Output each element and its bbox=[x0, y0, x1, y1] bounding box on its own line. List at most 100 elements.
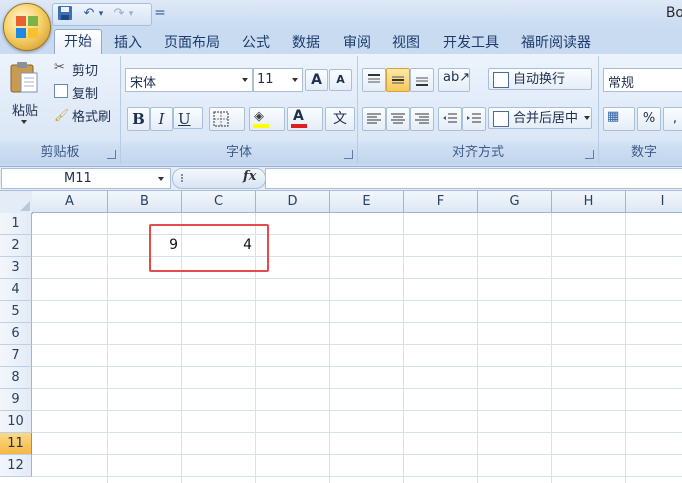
column-header-c[interactable]: C bbox=[182, 191, 256, 213]
column-header-h[interactable]: H bbox=[552, 191, 626, 213]
gridline bbox=[32, 278, 682, 279]
copy-button[interactable]: 复制 bbox=[72, 83, 98, 102]
annotation-highlight-box bbox=[149, 224, 269, 272]
font-size-select[interactable]: 11 bbox=[253, 68, 303, 92]
phonetic-guide-button[interactable]: 文 bbox=[325, 107, 355, 131]
decrease-indent-button[interactable] bbox=[438, 107, 462, 131]
undo-button[interactable]: ↶ bbox=[81, 5, 97, 23]
merge-center-dropdown-icon[interactable] bbox=[584, 116, 590, 120]
number-group-label: 数字 bbox=[599, 142, 682, 164]
column-header-d[interactable]: D bbox=[256, 191, 330, 213]
align-center-button[interactable] bbox=[386, 107, 410, 131]
row-header-5[interactable]: 5 bbox=[0, 301, 32, 323]
percent-style-button[interactable]: % bbox=[637, 107, 661, 131]
tab-data[interactable]: 数据 bbox=[292, 33, 320, 53]
align-top-button[interactable] bbox=[362, 68, 386, 92]
align-bottom-button[interactable] bbox=[410, 68, 434, 92]
insert-function-button[interactable]: fx bbox=[243, 169, 256, 184]
orientation-button[interactable]: ab↗ bbox=[438, 68, 470, 92]
tab-review[interactable]: 审阅 bbox=[343, 33, 371, 53]
align-bottom-icon bbox=[416, 77, 428, 86]
row-header-11[interactable]: 11 bbox=[0, 433, 32, 455]
grow-font-button[interactable]: A bbox=[305, 69, 328, 91]
gridline bbox=[32, 476, 682, 477]
column-header-b[interactable]: B bbox=[108, 191, 182, 213]
bold-button[interactable]: B bbox=[127, 107, 150, 131]
tab-formulas[interactable]: 公式 bbox=[242, 33, 270, 53]
column-header-f[interactable]: F bbox=[404, 191, 478, 213]
quick-access-toolbar: ↶ ▾ ↷ ▾ bbox=[52, 3, 152, 26]
row-header-8[interactable]: 8 bbox=[0, 367, 32, 389]
paste-icon[interactable] bbox=[9, 60, 39, 94]
office-logo-icon bbox=[16, 16, 38, 38]
gridline bbox=[32, 366, 682, 367]
column-header-a[interactable]: A bbox=[32, 191, 108, 213]
select-all-button[interactable] bbox=[0, 191, 33, 214]
decrease-indent-icon bbox=[443, 113, 457, 123]
paste-dropdown-icon[interactable] bbox=[21, 120, 27, 124]
align-middle-button[interactable] bbox=[386, 68, 410, 92]
name-box-value: M11 bbox=[64, 171, 92, 186]
format-painter-button[interactable]: 格式刷 bbox=[72, 106, 111, 125]
redo-dropdown-icon[interactable]: ▾ bbox=[127, 5, 135, 23]
paste-button[interactable]: 粘贴 bbox=[12, 100, 38, 119]
gridline bbox=[32, 344, 682, 345]
paint-bucket-icon: ◈ bbox=[254, 109, 264, 124]
tab-developer[interactable]: 开发工具 bbox=[443, 33, 499, 53]
row-header-7[interactable]: 7 bbox=[0, 345, 32, 367]
alignment-launcher-icon[interactable] bbox=[585, 150, 594, 159]
borders-icon bbox=[213, 111, 229, 127]
row-header-10[interactable]: 10 bbox=[0, 411, 32, 433]
column-header-i[interactable]: I bbox=[626, 191, 682, 213]
formula-bar-grip-icon[interactable] bbox=[181, 174, 187, 182]
font-launcher-icon[interactable] bbox=[344, 150, 353, 159]
align-left-button[interactable] bbox=[362, 107, 386, 131]
tab-page-layout[interactable]: 页面布局 bbox=[164, 33, 220, 53]
tab-insert[interactable]: 插入 bbox=[114, 33, 142, 53]
spreadsheet-grid[interactable]: A B C D E F G H I 1 2 3 4 5 6 7 8 9 10 1… bbox=[0, 191, 682, 483]
font-group-label: 字体 bbox=[121, 142, 357, 164]
row-header-12[interactable]: 12 bbox=[0, 455, 32, 477]
row-header-1[interactable]: 1 bbox=[0, 213, 32, 235]
font-color-button[interactable]: A bbox=[287, 107, 323, 131]
row-header-2[interactable]: 2 bbox=[0, 235, 32, 257]
redo-button[interactable]: ↷ bbox=[111, 5, 127, 23]
office-button[interactable] bbox=[3, 3, 51, 51]
gridline bbox=[477, 213, 478, 483]
row-header-3[interactable]: 3 bbox=[0, 257, 32, 279]
row-header-9[interactable]: 9 bbox=[0, 389, 32, 411]
column-header-g[interactable]: G bbox=[478, 191, 552, 213]
gridline bbox=[551, 213, 552, 483]
column-header-e[interactable]: E bbox=[330, 191, 404, 213]
name-box-dropdown-icon[interactable] bbox=[158, 177, 164, 181]
underline-button[interactable]: U bbox=[173, 107, 203, 129]
name-box[interactable]: M11 bbox=[1, 168, 171, 189]
row-header-4[interactable]: 4 bbox=[0, 279, 32, 301]
increase-indent-button[interactable] bbox=[462, 107, 486, 131]
gridline bbox=[32, 388, 682, 389]
accounting-format-button[interactable]: ▦ bbox=[603, 107, 635, 131]
formula-input[interactable] bbox=[265, 168, 682, 189]
row-header-6[interactable]: 6 bbox=[0, 323, 32, 345]
align-right-button[interactable] bbox=[410, 107, 434, 131]
window-title: Bo bbox=[665, 5, 682, 21]
number-group: 常规 ▦ % , 数字 bbox=[599, 56, 682, 164]
font-size-dropdown-icon bbox=[292, 78, 298, 82]
font-name-select[interactable]: 宋体 bbox=[125, 68, 253, 92]
merge-center-icon bbox=[493, 111, 509, 127]
comma-style-button[interactable]: , bbox=[663, 107, 682, 131]
undo-dropdown-icon[interactable]: ▾ bbox=[97, 5, 105, 23]
tab-view[interactable]: 视图 bbox=[392, 33, 420, 53]
tab-home[interactable]: 开始 bbox=[54, 29, 102, 56]
fill-color-button[interactable]: ◈ bbox=[249, 107, 285, 131]
cut-button[interactable]: 剪切 bbox=[72, 60, 98, 79]
customize-qat-button[interactable]: = bbox=[154, 4, 166, 22]
clipboard-launcher-icon[interactable] bbox=[107, 150, 116, 159]
shrink-font-button[interactable]: A bbox=[329, 69, 352, 91]
save-icon[interactable] bbox=[57, 5, 73, 23]
italic-button[interactable]: I bbox=[150, 107, 173, 131]
borders-button[interactable] bbox=[209, 107, 245, 131]
number-format-value: 常规 bbox=[608, 76, 635, 91]
tab-foxit-reader[interactable]: 福昕阅读器 bbox=[521, 33, 591, 53]
number-format-select[interactable]: 常规 bbox=[603, 68, 682, 92]
